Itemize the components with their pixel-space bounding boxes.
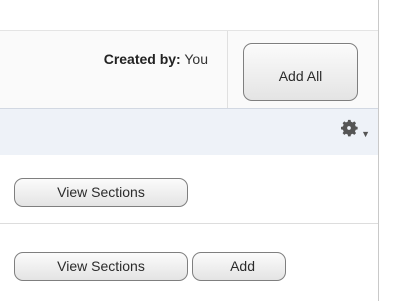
list-item: View Sections Add (0, 224, 378, 301)
add-all-button[interactable]: Add All (243, 43, 358, 101)
view-sections-button[interactable]: View Sections (14, 178, 188, 207)
panel-toolbar: ▼ (0, 108, 378, 156)
gear-icon[interactable] (338, 117, 360, 139)
results-panel: Created by: You Add All ▼ View Sections … (0, 0, 379, 301)
created-by-value: You (184, 51, 208, 67)
page: Created by: You Add All ▼ View Sections … (0, 0, 395, 301)
view-sections-button[interactable]: View Sections (14, 252, 188, 281)
created-by-info: Created by: You (104, 51, 208, 67)
chevron-down-icon[interactable]: ▼ (361, 129, 370, 139)
list-item: View Sections (0, 155, 378, 224)
add-button[interactable]: Add (192, 252, 286, 281)
header-divider (227, 31, 228, 109)
panel-header: Created by: You Add All (0, 30, 378, 109)
created-by-label: Created by: (103, 51, 181, 67)
